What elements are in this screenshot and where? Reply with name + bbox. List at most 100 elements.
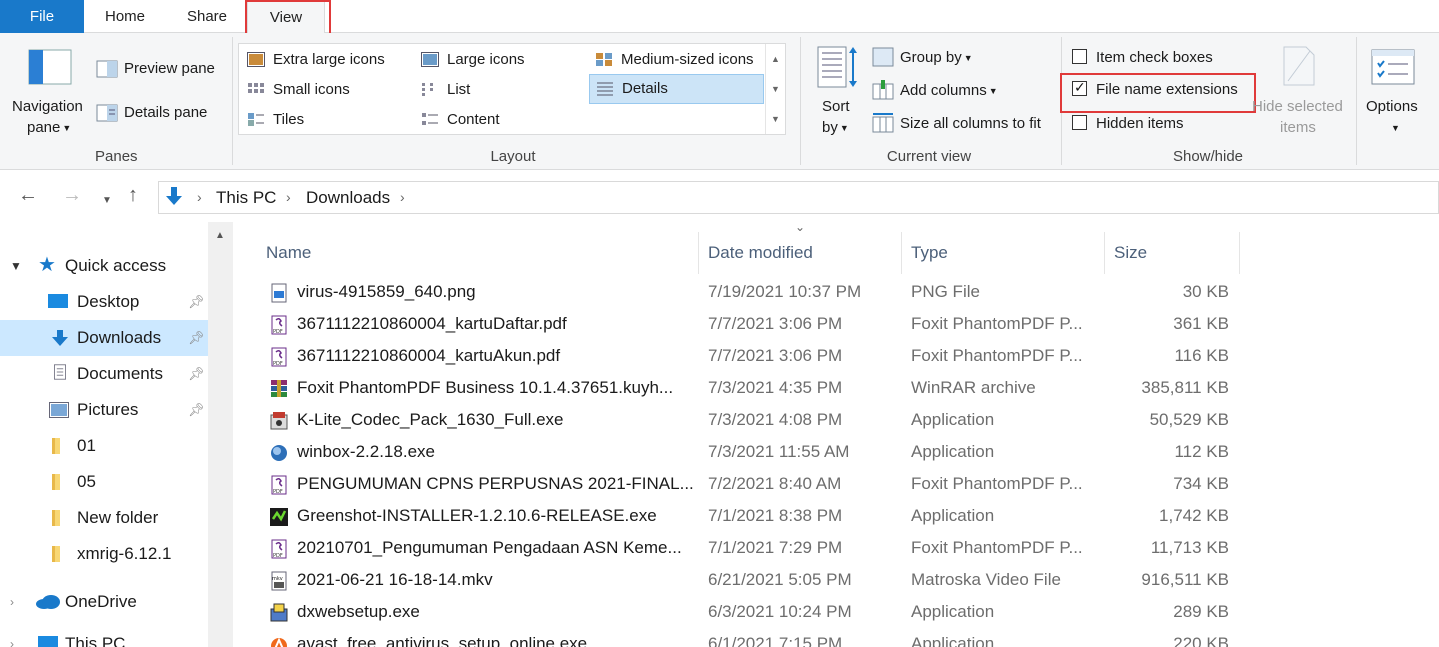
folder-icon bbox=[52, 546, 60, 562]
file-row[interactable]: PDF PENGUMUMAN CPNS PERPUSNAS 2021-FINAL.… bbox=[233, 468, 1239, 500]
address-bar[interactable]: › This PC › Downloads › bbox=[158, 181, 1439, 214]
preview-pane-button[interactable]: Preview pane bbox=[96, 57, 226, 81]
navigation-pane-button[interactable]: Navigation pane ▼ bbox=[8, 43, 90, 143]
nav-label: This PC bbox=[65, 634, 126, 647]
file-name[interactable]: virus-4915859_640.png bbox=[297, 276, 697, 308]
column-header-size[interactable]: Size bbox=[1105, 232, 1240, 274]
details-pane-button[interactable]: Details pane bbox=[96, 101, 226, 125]
file-name[interactable]: 20210701_Pengumuman Pengadaan ASN Keme..… bbox=[297, 532, 697, 564]
nav-item-pictures[interactable]: Pictures 📌︎ bbox=[0, 392, 208, 428]
file-row[interactable]: PDF 3671112210860004_kartuAkun.pdf 7/7/202… bbox=[233, 340, 1239, 372]
hidden-items-checkbox[interactable] bbox=[1072, 115, 1087, 130]
size-all-columns-button[interactable]: Size all columns to fit bbox=[872, 111, 1052, 137]
nav-item-documents[interactable]: Documents 📌︎ bbox=[0, 356, 208, 392]
nav-label: Documents bbox=[77, 364, 163, 383]
nav-item-folder-05[interactable]: 05 bbox=[0, 464, 208, 500]
layout-content[interactable]: Content bbox=[415, 106, 500, 134]
options-button[interactable]: Options ▼ bbox=[1362, 43, 1426, 143]
item-check-boxes-checkbox[interactable] bbox=[1072, 49, 1087, 64]
group-by-label: Group by bbox=[900, 49, 962, 66]
file-name[interactable]: PENGUMUMAN CPNS PERPUSNAS 2021-FINAL... bbox=[297, 468, 697, 500]
layout-large-icons[interactable]: Large icons bbox=[415, 46, 525, 74]
file-name-extensions-checkbox[interactable] bbox=[1072, 79, 1087, 96]
file-name[interactable]: 3671112210860004_kartuDaftar.pdf bbox=[297, 308, 697, 340]
up-arrow-icon[interactable]: ↑ bbox=[128, 185, 138, 205]
recent-locations-chevron-icon[interactable]: ▼ bbox=[102, 191, 112, 211]
file-row[interactable]: PDF 3671112210860004_kartuDaftar.pdf 7/7/2… bbox=[233, 308, 1239, 340]
file-name[interactable]: Foxit PhantomPDF Business 10.1.4.37651.k… bbox=[297, 372, 697, 404]
breadcrumb-chevron-icon[interactable]: › bbox=[197, 189, 202, 205]
file-row[interactable]: PDF 20210701_Pengumuman Pengadaan ASN Kem… bbox=[233, 532, 1239, 564]
navigation-pane-scrollbar[interactable]: ▲ bbox=[208, 222, 233, 647]
pin-icon: 📌︎ bbox=[188, 366, 205, 381]
scroll-up-icon[interactable]: ▲ bbox=[215, 230, 225, 241]
file-row[interactable]: dxwebsetup.exe 6/3/2021 10:24 PM Applicati… bbox=[233, 596, 1239, 628]
nav-item-folder-01[interactable]: 01 bbox=[0, 428, 208, 464]
scroll-down-icon[interactable]: ▼ bbox=[766, 74, 785, 104]
expand-chevron-icon[interactable]: › bbox=[10, 626, 14, 647]
file-row[interactable]: winbox-2.2.18.exe 7/3/2021 11:55 AM Applic… bbox=[233, 436, 1239, 468]
file-name[interactable]: 2021-06-21 16-18-14.mkv bbox=[297, 564, 697, 596]
gallery-expand-icon[interactable]: ▼ bbox=[766, 104, 785, 134]
add-columns-button[interactable]: Add columns ▼ bbox=[872, 78, 1002, 104]
file-name[interactable]: dxwebsetup.exe bbox=[297, 596, 697, 628]
layout-list[interactable]: List bbox=[415, 76, 470, 104]
group-label-show-hide: Show/hide bbox=[1172, 148, 1244, 165]
layout-tiles[interactable]: Tiles bbox=[241, 106, 304, 134]
nav-item-new-folder[interactable]: New folder bbox=[0, 500, 208, 536]
forward-arrow-icon[interactable]: → bbox=[62, 185, 82, 205]
file-type: Application bbox=[911, 442, 995, 461]
expand-chevron-icon[interactable]: › bbox=[10, 584, 14, 620]
file-name[interactable]: K-Lite_Codec_Pack_1630_Full.exe bbox=[297, 404, 697, 436]
breadcrumb-chevron-icon[interactable]: › bbox=[400, 189, 405, 205]
layout-extra-large-icons[interactable]: Extra large icons bbox=[241, 46, 385, 74]
nav-quick-access[interactable]: ▼ ★ Quick access bbox=[0, 248, 208, 284]
layout-details[interactable]: Details bbox=[589, 74, 764, 104]
hide-selected-items-button[interactable]: Hide selected items bbox=[1252, 43, 1348, 143]
nav-this-pc[interactable]: › This PC bbox=[0, 626, 208, 647]
group-by-button[interactable]: Group by ▼ bbox=[872, 45, 982, 71]
back-arrow-icon[interactable]: ← bbox=[18, 185, 38, 205]
image-icon bbox=[271, 283, 287, 303]
file-row[interactable]: avast_free_antivirus_setup_online.exe 6/1… bbox=[233, 628, 1239, 647]
tab-file[interactable]: File bbox=[0, 0, 84, 33]
file-name-extensions-toggle[interactable]: File name extensions bbox=[1070, 79, 1250, 101]
file-name[interactable]: winbox-2.2.18.exe bbox=[297, 436, 697, 468]
breadcrumb-downloads[interactable]: Downloads bbox=[306, 188, 390, 208]
column-header-date-modified[interactable]: Date modified bbox=[699, 232, 902, 274]
nav-onedrive[interactable]: › OneDrive bbox=[0, 584, 208, 620]
file-row[interactable]: Foxit PhantomPDF Business 10.1.4.37651.k… bbox=[233, 372, 1239, 404]
column-header-type[interactable]: Type bbox=[902, 232, 1105, 274]
preview-pane-label: Preview pane bbox=[124, 60, 215, 77]
file-type: Application bbox=[911, 634, 995, 647]
layout-small-icons[interactable]: Small icons bbox=[241, 76, 350, 104]
file-name[interactable]: Greenshot-INSTALLER-1.2.10.6-RELEASE.exe bbox=[297, 500, 697, 532]
breadcrumb-chevron-icon[interactable]: › bbox=[286, 189, 291, 205]
file-row[interactable]: mkv 2021-06-21 16-18-14.mkv 6/21/2021 5:05… bbox=[233, 564, 1239, 596]
column-header-name[interactable]: Name bbox=[257, 232, 699, 274]
layout-label: Details bbox=[622, 80, 668, 97]
file-name[interactable]: 3671112210860004_kartuAkun.pdf bbox=[297, 340, 697, 372]
greenshot-icon bbox=[270, 508, 288, 526]
nav-item-xmrig[interactable]: xmrig-6.12.1 bbox=[0, 536, 208, 572]
expand-chevron-icon[interactable]: ▼ bbox=[10, 248, 22, 284]
nav-item-desktop[interactable]: Desktop 📌︎ bbox=[0, 284, 208, 320]
tab-view[interactable]: View bbox=[247, 0, 325, 34]
gallery-scrollbar[interactable]: ▲ ▼ ▼ bbox=[765, 44, 785, 134]
scroll-up-icon[interactable]: ▲ bbox=[766, 44, 785, 74]
add-columns-label: Add columns bbox=[900, 82, 987, 99]
breadcrumb-this-pc[interactable]: This PC bbox=[216, 188, 276, 208]
file-row[interactable]: K-Lite_Codec_Pack_1630_Full.exe 7/3/2021 … bbox=[233, 404, 1239, 436]
nav-item-downloads[interactable]: Downloads 📌︎ bbox=[0, 320, 208, 356]
file-date-modified: 7/3/2021 4:08 PM bbox=[708, 410, 843, 429]
file-row[interactable]: Greenshot-INSTALLER-1.2.10.6-RELEASE.exe… bbox=[233, 500, 1239, 532]
item-check-boxes-toggle[interactable]: Item check boxes bbox=[1070, 47, 1250, 69]
layout-medium-icons[interactable]: Medium-sized icons bbox=[589, 46, 754, 74]
nav-label: Pictures bbox=[77, 400, 139, 419]
hidden-items-toggle[interactable]: Hidden items bbox=[1070, 113, 1250, 135]
sort-by-button[interactable]: Sort by ▼ bbox=[812, 43, 864, 143]
tab-home[interactable]: Home bbox=[90, 0, 160, 33]
file-name[interactable]: avast_free_antivirus_setup_online.exe bbox=[297, 628, 697, 647]
tab-share[interactable]: Share bbox=[172, 0, 242, 33]
file-row[interactable]: virus-4915859_640.png 7/19/2021 10:37 PM P… bbox=[233, 276, 1239, 308]
